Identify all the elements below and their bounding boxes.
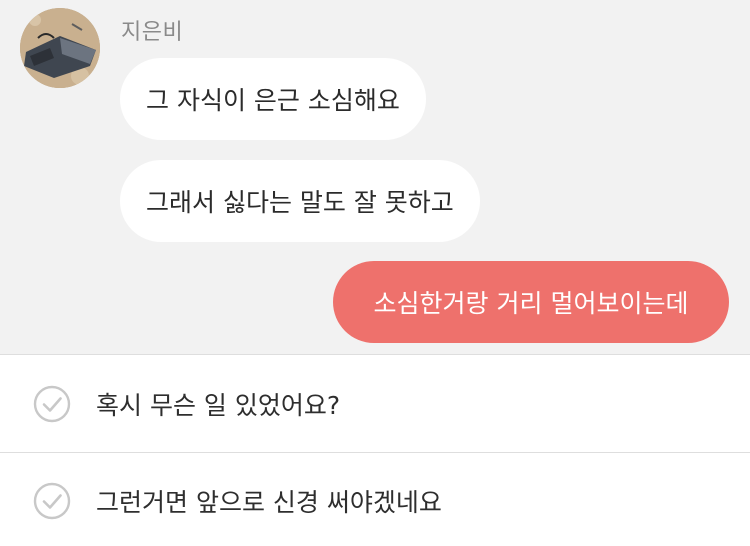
sender-avatar[interactable] [20,8,100,88]
avatar-photo [20,8,100,88]
incoming-message-bubble: 그 자식이 은근 소심해요 [120,58,426,140]
message-text: 그 자식이 은근 소심해요 [146,86,400,115]
reply-option-text: 혹시 무슨 일 있었어요? [96,391,341,420]
sender-name: 지은비 [121,20,184,45]
reply-option-text: 그런거면 앞으로 신경 써야겠네요 [96,488,442,517]
message-text: 소심한거랑 거리 멀어보이는데 [373,289,689,318]
reply-option-1[interactable]: 혹시 무슨 일 있었어요? [0,356,750,452]
message-text: 그래서 싫다는 말도 잘 못하고 [146,188,454,217]
incoming-message-bubble: 그래서 싫다는 말도 잘 못하고 [120,160,480,242]
check-circle-icon [33,385,71,423]
chat-area: 지은비 그 자식이 은근 소심해요 그래서 싫다는 말도 잘 못하고 소심한거랑… [0,0,750,355]
check-circle-icon [33,482,71,520]
reply-option-2[interactable]: 그런거면 앞으로 신경 써야겠네요 [0,453,750,546]
outgoing-message-bubble: 소심한거랑 거리 멀어보이는데 [333,261,729,343]
